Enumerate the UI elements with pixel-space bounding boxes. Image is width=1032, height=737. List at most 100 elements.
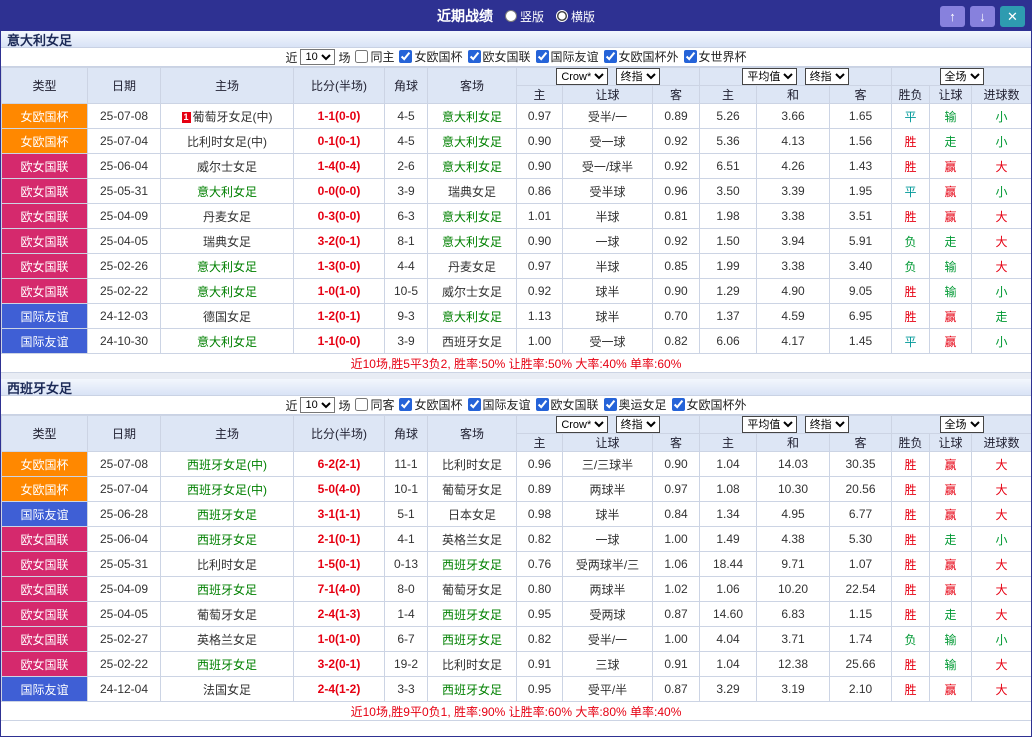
corners: 5-1 [384, 501, 428, 527]
filter-checkbox[interactable] [535, 398, 549, 411]
col-score-header: 比分(半场) [293, 67, 385, 104]
handicap-odds-group: Crow* 终指 [515, 67, 701, 86]
average-odds-select[interactable]: 平均值 [742, 68, 798, 85]
match-row: 欧女国联 25-04-09 丹麦女足 0-3(0-0) 6-3 意大利女足 1.01 半球 0.… [1, 203, 1031, 229]
filter-option[interactable]: 女欧国杯 [399, 396, 463, 413]
filter-checkbox[interactable] [535, 50, 549, 63]
vertical-layout-radio[interactable] [504, 10, 517, 22]
handicap-away-odds: 0.70 [651, 303, 701, 329]
handicap-result: 走 [929, 128, 973, 154]
layout-option-vertical[interactable]: 竖版 [504, 8, 544, 25]
match-row: 国际友谊 25-06-28 西班牙女足 3-1(1-1) 5-1 日本女足 0.98 球半 0.… [1, 501, 1031, 527]
goals-result: 大 [971, 253, 1031, 279]
handicap-away-odds: 0.92 [651, 128, 701, 154]
filter-checkbox[interactable] [603, 50, 617, 63]
filter-checkbox[interactable] [683, 50, 697, 63]
filter-option[interactable]: 欧女国联 [467, 48, 531, 65]
outcome-result: 胜 [891, 676, 931, 702]
away-team-name: 意大利女足 [441, 209, 502, 224]
handicap-odds-group: Crow* 终指 [515, 415, 701, 434]
layout-option-horizontal[interactable]: 横版 [556, 8, 595, 25]
goals-result: 小 [971, 328, 1031, 354]
scope-select[interactable]: 全场 [939, 416, 984, 433]
avg-draw-odds: 3.94 [756, 228, 831, 254]
filter-option[interactable]: 同主 [355, 48, 394, 65]
average-odds-select[interactable]: 平均值 [742, 416, 798, 433]
filter-option[interactable]: 女世界杯 [683, 48, 747, 65]
corners: 6-3 [384, 203, 428, 229]
avg-home-odds: 3.50 [699, 178, 758, 204]
filter-checkbox[interactable] [467, 50, 481, 63]
match-date: 24-12-03 [87, 303, 161, 329]
handicap-away-odds: 0.87 [651, 676, 701, 702]
filter-checkbox[interactable] [399, 398, 413, 411]
horizontal-layout-radio[interactable] [556, 10, 568, 22]
avg-home-odds: 1.99 [699, 253, 758, 279]
filter-label: 同主 [370, 50, 395, 64]
handicap-away-odds: 0.85 [651, 253, 701, 279]
recent-count-select[interactable]: 10 [300, 49, 336, 65]
avg-draw-odds: 10.30 [756, 476, 831, 502]
move-up-button[interactable]: ↑ [940, 5, 965, 27]
filter-option[interactable]: 欧女国联 [535, 396, 599, 413]
filter-option[interactable]: 女欧国杯外 [603, 48, 679, 65]
scope-select[interactable]: 全场 [939, 68, 984, 85]
filter-checkbox[interactable] [355, 398, 369, 411]
away-team: 意大利女足 [427, 153, 517, 179]
avg-away-odds: 3.40 [829, 253, 893, 279]
average-stage-select[interactable]: 终指 [804, 68, 849, 85]
sub-home-header: 主 [516, 85, 563, 104]
up-arrow-icon: ↑ [949, 8, 956, 24]
bookmaker-select[interactable]: Crow* [556, 416, 609, 433]
move-down-button[interactable]: ↓ [970, 5, 995, 27]
filter-option[interactable]: 奥运女足 [603, 396, 667, 413]
home-team-name: 西班牙女足 [196, 657, 257, 672]
handicap-line: 受一/球半 [562, 153, 653, 179]
col-away-header: 客场 [427, 67, 517, 104]
score: 3-2(0-1) [293, 228, 385, 254]
handicap-away-odds: 1.06 [651, 551, 701, 577]
avg-home-odds: 1.29 [699, 278, 758, 304]
league-badge: 女欧国杯 [1, 451, 88, 477]
sections-host: 意大利女足 近 10 场 同主 女欧国杯 欧女国联 国际友谊 女欧国杯外 女世界杯 类型 … [1, 31, 1031, 721]
away-team-name: 葡萄牙女足 [441, 482, 502, 497]
filter-option[interactable]: 同客 [355, 396, 394, 413]
average-stage-select[interactable]: 终指 [804, 416, 849, 433]
recent-count-select[interactable]: 10 [300, 397, 336, 413]
col-score-header: 比分(半场) [293, 415, 385, 452]
titlebar-center: 近期战绩 竖版 横版 [1, 6, 1031, 26]
team-section: 西班牙女足 近 10 场 同客 女欧国杯 国际友谊 欧女国联 奥运女足 女欧国杯外 类型 … [1, 379, 1031, 721]
close-button[interactable]: ✕ [1000, 5, 1025, 27]
bookmaker-select[interactable]: Crow* [556, 68, 609, 85]
filter-option[interactable]: 国际友谊 [535, 48, 599, 65]
filter-checkbox[interactable] [399, 50, 413, 63]
goals-result: 大 [971, 451, 1031, 477]
outcome-result: 平 [891, 103, 931, 129]
handicap-stage-select[interactable]: 终指 [615, 416, 660, 433]
horizontal-layout-label: 横版 [571, 9, 596, 24]
filter-checkbox[interactable] [467, 398, 481, 411]
away-team-name: 英格兰女足 [441, 532, 502, 547]
match-row: 国际友谊 24-12-04 法国女足 2-4(1-2) 3-3 西班牙女足 0.95 受平/半… [1, 676, 1031, 702]
filter-option[interactable]: 女欧国杯 [399, 48, 463, 65]
handicap-stage-select[interactable]: 终指 [615, 68, 660, 85]
matches-table: 类型 日期 主场 比分(半场) 角球 客场 Crow* 终指 平均值 终指 全场… [1, 67, 1031, 354]
filter-checkbox[interactable] [603, 398, 617, 411]
avg-draw-odds: 4.95 [756, 501, 831, 527]
filter-option[interactable]: 国际友谊 [467, 396, 531, 413]
handicap-result: 赢 [929, 551, 973, 577]
sub-handicap-header: 让球 [562, 85, 653, 104]
handicap-home-odds: 0.82 [516, 626, 563, 652]
league-badge: 国际友谊 [1, 328, 88, 354]
avg-draw-odds: 14.03 [756, 451, 831, 477]
away-team-name: 西班牙女足 [441, 632, 502, 647]
filter-checkbox[interactable] [671, 398, 685, 411]
rank-marker: 1 [181, 111, 191, 123]
handicap-result: 赢 [929, 576, 973, 602]
sub-away-header: 客 [651, 433, 701, 452]
away-team: 意大利女足 [427, 128, 517, 154]
away-team-name: 威尔士女足 [441, 284, 502, 299]
avg-home-odds: 1.34 [699, 501, 758, 527]
filter-option[interactable]: 女欧国杯外 [671, 396, 747, 413]
filter-checkbox[interactable] [355, 50, 369, 63]
